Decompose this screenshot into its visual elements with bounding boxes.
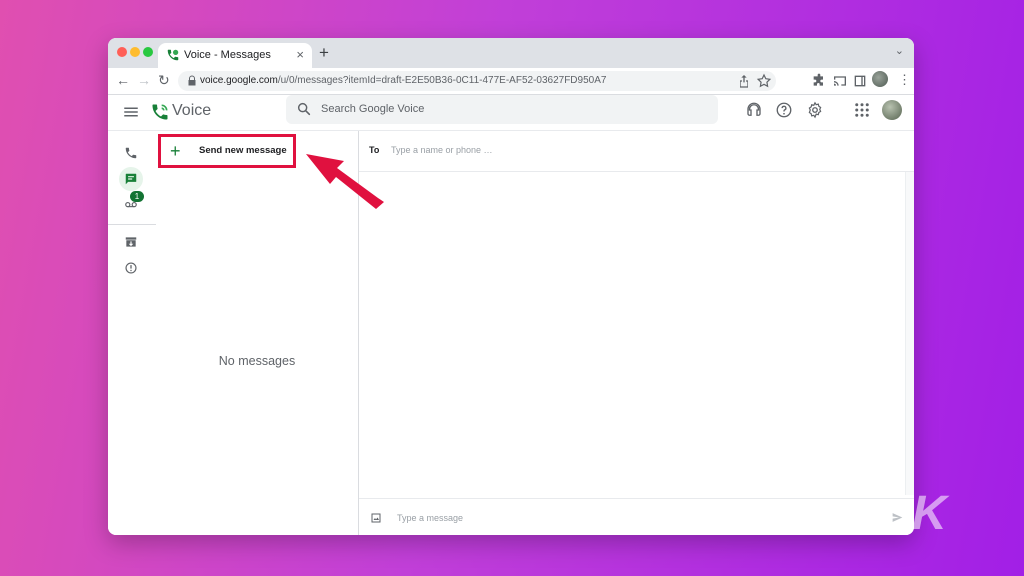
send-new-message-button[interactable]: + Send new message [158, 134, 296, 168]
headset-icon[interactable] [745, 101, 763, 119]
recipient-bar: To Type a name or phone … [359, 131, 914, 172]
tab-search-chevron-icon[interactable]: ⌄ [895, 44, 904, 57]
annotation-arrow-icon [306, 154, 384, 209]
scrollbar[interactable] [905, 172, 914, 495]
tab-strip: Voice - Messages × + ⌄ [108, 38, 914, 68]
recipient-input[interactable]: Type a name or phone … [391, 145, 493, 155]
voicemail-count-badge: 1 [130, 191, 144, 202]
nav-archive[interactable] [119, 230, 143, 254]
archive-icon [125, 237, 137, 247]
search-bar[interactable]: Search Google Voice [286, 95, 718, 124]
maximize-window-button[interactable] [143, 47, 153, 57]
forward-button[interactable]: → [137, 71, 151, 89]
search-icon[interactable] [296, 101, 312, 117]
tab-close-icon[interactable]: × [296, 47, 304, 62]
nav-spam[interactable] [119, 256, 143, 280]
hamburger-icon[interactable] [122, 103, 140, 121]
voice-favicon-icon [167, 49, 179, 61]
app-name[interactable]: Voice [172, 102, 211, 120]
account-avatar[interactable] [882, 100, 902, 120]
info-icon [125, 262, 137, 274]
send-icon[interactable] [891, 511, 904, 524]
voice-logo-icon [152, 104, 168, 120]
close-window-button[interactable] [117, 47, 127, 57]
conversation-pane: To Type a name or phone … Type a message [359, 131, 914, 535]
profile-avatar[interactable] [872, 71, 888, 87]
browser-toolbar: ← → ↻ voice.google.com/u/0/messages?item… [108, 68, 914, 95]
new-tab-button[interactable]: + [319, 43, 329, 63]
nav-rail: 1 [108, 131, 156, 535]
side-panel-icon[interactable] [852, 73, 868, 89]
bookmark-star-icon[interactable] [756, 73, 772, 89]
cast-icon[interactable] [832, 73, 848, 89]
reload-button[interactable]: ↻ [158, 71, 170, 89]
phone-icon [125, 147, 137, 159]
nav-messages[interactable] [119, 167, 143, 191]
plus-icon: + [170, 141, 181, 161]
apps-grid-icon[interactable] [853, 101, 871, 119]
nav-calls[interactable] [119, 141, 143, 165]
address-bar[interactable]: voice.google.com/u/0/messages?itemId=dra… [178, 71, 776, 91]
url-text: voice.google.com/u/0/messages?itemId=dra… [200, 75, 606, 86]
url-path: /u/0/messages?itemId=draft-E2E50B36-0C11… [277, 75, 607, 86]
message-icon [125, 173, 137, 185]
help-icon[interactable] [775, 101, 793, 119]
voice-app-header: Voice Search Google Voice [108, 95, 914, 131]
minimize-window-button[interactable] [130, 47, 140, 57]
image-icon[interactable] [370, 512, 382, 524]
extensions-puzzle-icon[interactable] [811, 73, 827, 89]
message-input[interactable]: Type a message [397, 513, 463, 523]
browser-window: Voice - Messages × + ⌄ ← → ↻ voice.googl… [108, 38, 914, 535]
url-host: voice.google.com [200, 75, 278, 86]
watermark-logo: K [912, 487, 947, 540]
lock-icon [188, 75, 196, 86]
tab-title: Voice - Messages [184, 49, 271, 61]
share-icon[interactable] [736, 73, 752, 89]
browser-menu-icon[interactable]: ⋮ [898, 72, 911, 88]
browser-tab-voice[interactable]: Voice - Messages × [158, 43, 312, 68]
back-button[interactable]: ← [116, 71, 130, 89]
settings-icon[interactable] [806, 101, 824, 119]
send-new-message-label: Send new message [199, 145, 287, 156]
rail-divider [108, 224, 156, 225]
search-input[interactable]: Search Google Voice [321, 103, 424, 115]
compose-bar: Type a message [359, 498, 914, 535]
empty-state-text: No messages [218, 354, 296, 368]
